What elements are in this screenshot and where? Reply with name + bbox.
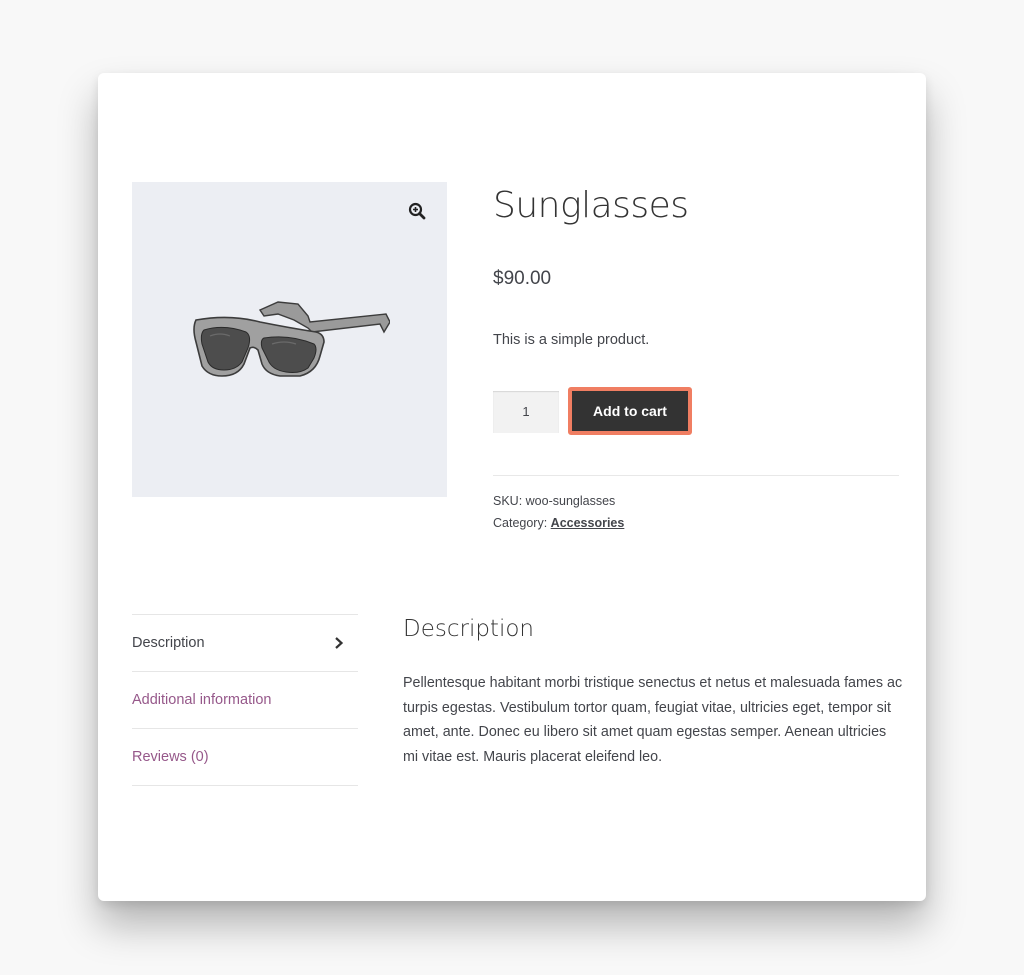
tab-reviews[interactable]: Reviews (0)	[132, 728, 358, 786]
zoom-in-icon[interactable]	[408, 202, 426, 220]
tab-additional-information[interactable]: Additional information	[132, 671, 358, 728]
description-heading: Description	[403, 616, 534, 642]
product-tabs: Description Additional information Revie…	[132, 614, 358, 786]
product-sku: SKU: woo-sunglasses	[493, 494, 615, 508]
tab-reviews-label: Reviews (0)	[132, 749, 209, 765]
chevron-right-icon	[335, 637, 344, 649]
category-label: Category:	[493, 516, 551, 530]
meta-divider	[493, 475, 899, 476]
product-price: $90.00	[493, 268, 552, 289]
product-category: Category: Accessories	[493, 516, 624, 530]
sku-label: SKU:	[493, 494, 526, 508]
product-short-description: This is a simple product.	[493, 332, 650, 348]
category-link[interactable]: Accessories	[551, 516, 625, 530]
product-image-gallery[interactable]	[132, 182, 447, 497]
description-body: Pellentesque habitant morbi tristique se…	[403, 675, 903, 765]
product-title: Sunglasses	[493, 185, 689, 226]
sunglasses-image	[193, 301, 390, 377]
tab-description-label: Description	[132, 635, 205, 651]
tab-additional-information-label: Additional information	[132, 692, 272, 708]
quantity-input[interactable]: 1	[493, 391, 559, 433]
sku-value: woo-sunglasses	[525, 494, 616, 508]
tab-description[interactable]: Description	[132, 614, 358, 671]
product-card: Sunglasses $90.00 This is a simple produ…	[98, 73, 926, 901]
add-to-cart-button[interactable]: Add to cart	[568, 387, 692, 435]
